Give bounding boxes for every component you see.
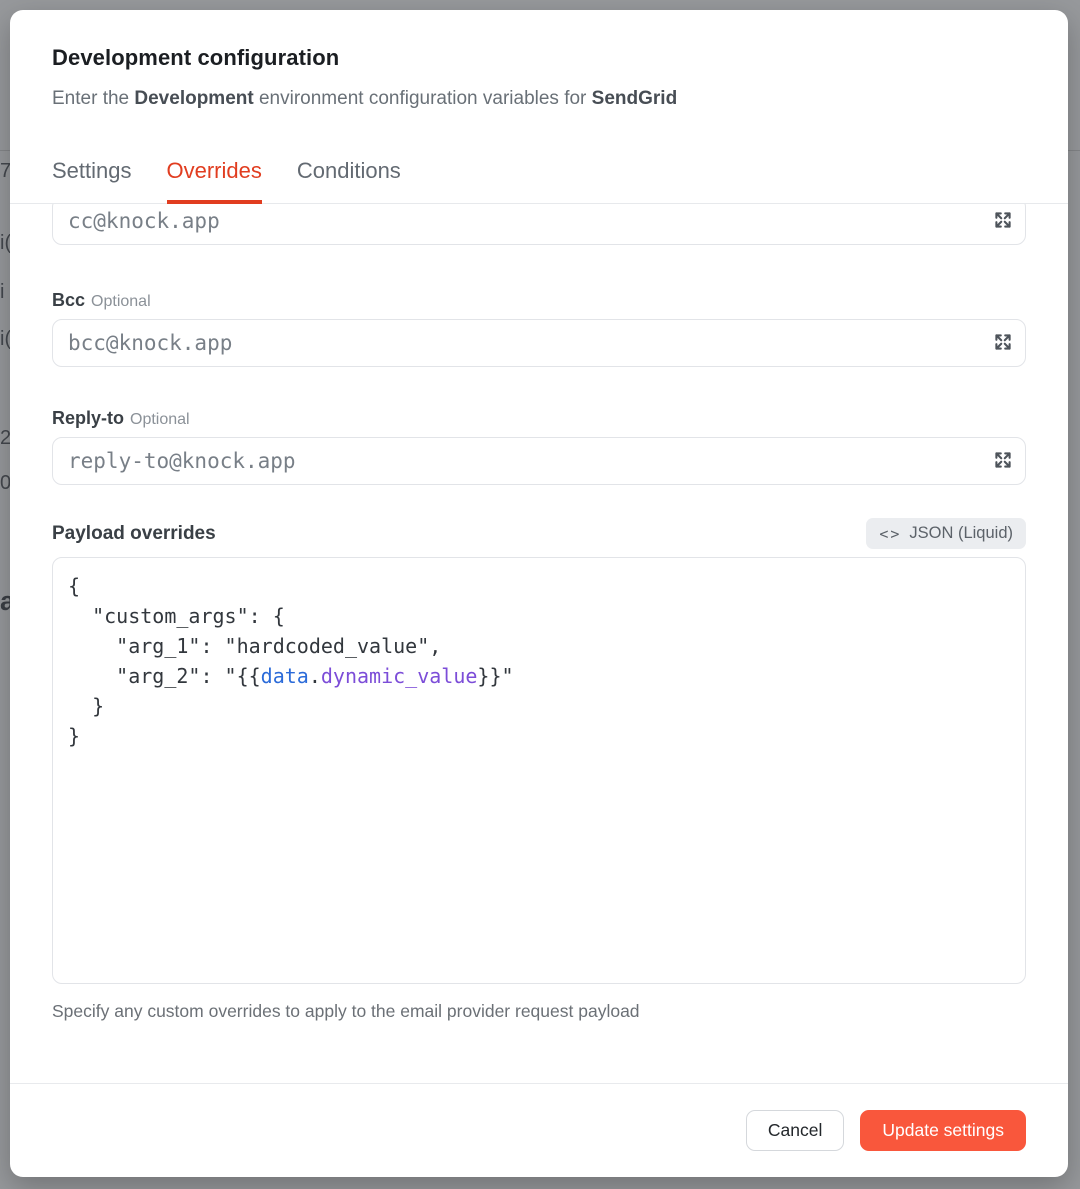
- optional-tag: Optional: [91, 293, 151, 310]
- tab-conditions[interactable]: Conditions: [297, 158, 401, 204]
- payload-overrides-header: Payload overrides <> JSON (Liquid): [52, 518, 1026, 549]
- modal-scroll-content: Bcc Optional Reply-to Optional: [10, 204, 1068, 1083]
- reply-to-input[interactable]: [52, 437, 1026, 485]
- bcc-field: Bcc Optional: [52, 290, 1026, 367]
- json-liquid-badge: <> JSON (Liquid): [866, 518, 1026, 549]
- bcc-input[interactable]: [52, 319, 1026, 367]
- reply-to-label: Reply-to Optional: [52, 408, 1026, 429]
- reply-to-field: Reply-to Optional: [52, 408, 1026, 485]
- tab-settings[interactable]: Settings: [52, 158, 132, 204]
- code-line: "custom_args": {: [68, 601, 1010, 631]
- tab-bar: Settings Overrides Conditions: [10, 158, 1068, 204]
- cc-input[interactable]: [52, 204, 1026, 245]
- backdrop-text-fragment: a: [0, 586, 10, 617]
- configuration-modal: Development configuration Enter the Deve…: [10, 10, 1068, 1177]
- bcc-expand-button[interactable]: [990, 330, 1016, 356]
- expand-icon: [992, 331, 1014, 356]
- cc-expand-button[interactable]: [990, 208, 1016, 234]
- backdrop-text-fragment: i(: [0, 328, 10, 351]
- cancel-button[interactable]: Cancel: [746, 1110, 844, 1151]
- update-settings-button[interactable]: Update settings: [860, 1110, 1026, 1151]
- payload-overrides-editor[interactable]: { "custom_args": { "arg_1": "hardcoded_v…: [52, 557, 1026, 984]
- backdrop-text-fragment: i: [0, 281, 10, 304]
- subtitle-environment: Development: [134, 88, 253, 109]
- code-line: "arg_1": "hardcoded_value",: [68, 631, 1010, 661]
- backdrop-text-fragment: 7: [0, 160, 10, 183]
- bcc-label: Bcc Optional: [52, 290, 1026, 311]
- subtitle-provider: SendGrid: [592, 88, 678, 109]
- bcc-label-text: Bcc: [52, 290, 85, 310]
- modal-footer: Cancel Update settings: [10, 1083, 1068, 1177]
- code-line: }: [68, 691, 1010, 721]
- optional-tag: Optional: [130, 411, 190, 428]
- code-line: }: [68, 721, 1010, 751]
- json-liquid-badge-label: JSON (Liquid): [909, 524, 1013, 543]
- backdrop-text-fragment: i(: [0, 232, 10, 255]
- modal-title: Development configuration: [52, 44, 1026, 72]
- code-brackets-icon: <>: [879, 525, 901, 543]
- expand-icon: [992, 449, 1014, 474]
- code-line: "arg_2": "{{data.dynamic_value}}": [68, 661, 1010, 691]
- payload-overrides-label: Payload overrides: [52, 523, 216, 545]
- code-line: {: [68, 571, 1010, 601]
- reply-to-expand-button[interactable]: [990, 448, 1016, 474]
- tab-overrides[interactable]: Overrides: [167, 158, 262, 204]
- modal-header: Development configuration Enter the Deve…: [10, 10, 1068, 112]
- modal-subtitle: Enter the Development environment config…: [52, 86, 1026, 112]
- backdrop-text-fragment: 2: [0, 427, 10, 450]
- backdrop-text-fragment: 0: [0, 472, 10, 495]
- cc-field: [52, 204, 1026, 245]
- subtitle-text: Enter the: [52, 88, 134, 109]
- expand-icon: [992, 209, 1014, 234]
- payload-overrides-helper-text: Specify any custom overrides to apply to…: [52, 1000, 1026, 1022]
- reply-to-label-text: Reply-to: [52, 408, 124, 428]
- subtitle-text: environment configuration variables for: [254, 88, 592, 109]
